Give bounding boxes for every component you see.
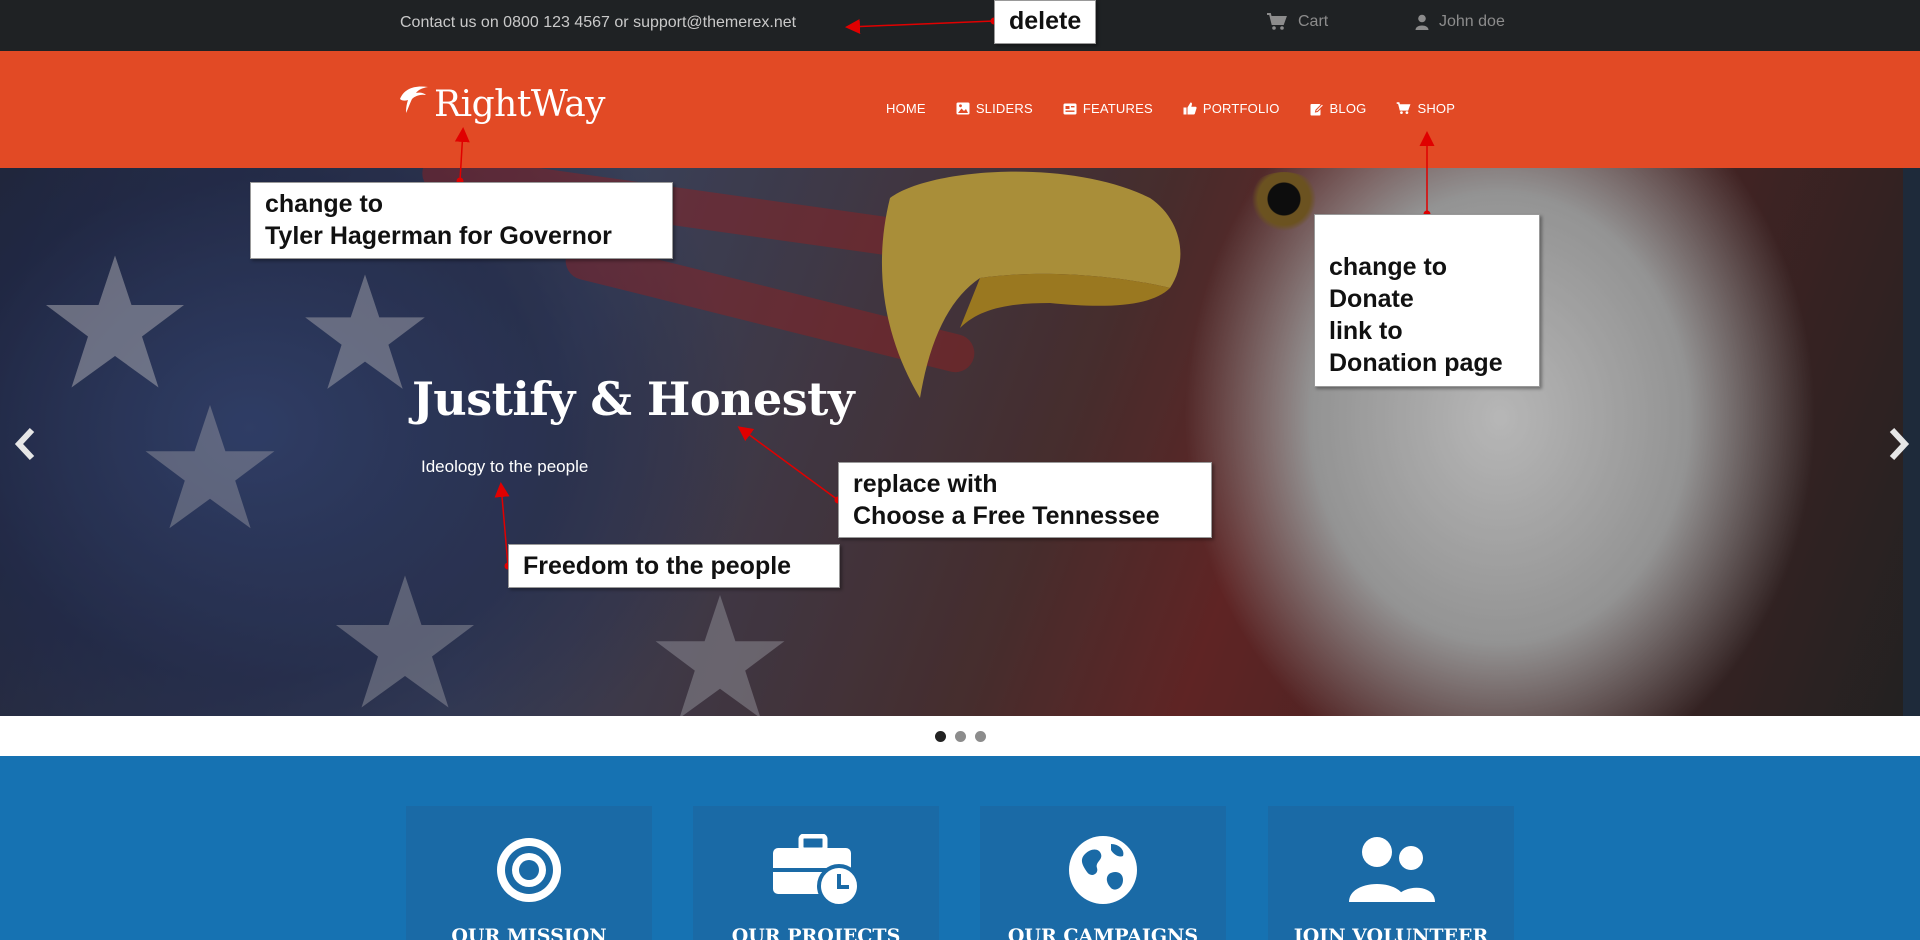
feature-label-clip: OUR PROJECTS — [693, 924, 939, 940]
callout-line: Donation page — [1329, 349, 1503, 377]
nav-home[interactable]: HOME — [886, 101, 926, 116]
image-icon — [956, 102, 970, 115]
feature-card-mission[interactable]: OUR MISSION — [406, 806, 652, 940]
callout-line: delete — [1009, 7, 1082, 35]
top-bar: Contact us on 0800 123 4567 or support@t… — [0, 0, 1920, 51]
feature-label: OUR PROJECTS — [731, 925, 901, 940]
slider-dot[interactable] — [974, 730, 986, 742]
site-header: RightWay HOME SLIDERS FEATURES PORTFOLIO… — [0, 51, 1920, 168]
chevron-left-icon[interactable] — [10, 424, 40, 464]
nav-home-label: HOME — [886, 101, 926, 116]
cart-icon — [1397, 102, 1411, 114]
chevron-right-icon[interactable] — [1884, 424, 1914, 464]
feature-card-projects[interactable]: OUR PROJECTS — [693, 806, 939, 940]
feature-card-volunteer[interactable]: JOIN VOLUNTEER — [1268, 806, 1514, 940]
nav-sliders[interactable]: SLIDERS — [956, 101, 1033, 116]
edit-icon — [1310, 102, 1324, 115]
callout-line: Freedom to the people — [523, 552, 792, 580]
users-icon — [1349, 837, 1435, 902]
callout-line: Choose a Free Tennessee — [853, 502, 1160, 530]
feature-label: OUR MISSION — [451, 925, 607, 940]
user-menu[interactable]: John doe — [1415, 13, 1505, 31]
callout-delete: delete — [994, 0, 1097, 44]
nav-sliders-label: SLIDERS — [975, 101, 1033, 116]
callout-line: change to — [265, 190, 384, 218]
target-icon — [497, 838, 561, 902]
nav-blog[interactable]: BLOG — [1310, 101, 1367, 116]
nav-features-label: FEATURES — [1082, 101, 1153, 116]
globe-icon — [1069, 836, 1137, 904]
callout-logo: change to Tyler Hagerman for Governor — [250, 182, 673, 259]
feature-card-campaigns[interactable]: OUR CAMPAIGNS — [980, 806, 1226, 940]
callout-title: replace with Choose a Free Tennessee — [838, 462, 1212, 538]
briefcase-clock-icon — [773, 834, 861, 906]
user-icon — [1415, 14, 1429, 30]
site-logo[interactable]: RightWay — [398, 81, 606, 125]
contact-info: Contact us on 0800 123 4567 or support@t… — [400, 14, 797, 31]
hero-title: Justify & Honesty — [412, 372, 855, 426]
cart-icon — [1267, 13, 1287, 30]
slider-pagination — [0, 716, 1920, 756]
features-section: OUR MISSION OUR PROJECTS OUR CAMPAIGNS J… — [0, 756, 1920, 940]
slider-dot[interactable] — [954, 730, 966, 742]
hero-subtitle: Ideology to the people — [421, 457, 589, 476]
logo-text: RightWay — [434, 84, 606, 125]
card-icon — [1063, 103, 1077, 114]
callout-shop: change to Donate link to Donation page — [1314, 214, 1540, 387]
main-nav: HOME SLIDERS FEATURES PORTFOLIO BLOG SHO… — [886, 101, 1455, 116]
nav-portfolio[interactable]: PORTFOLIO — [1183, 101, 1280, 116]
callout-line: Donate — [1329, 285, 1414, 313]
thumbs-up-icon — [1183, 102, 1197, 115]
feature-label-clip: JOIN VOLUNTEER — [1268, 924, 1514, 940]
user-name: John doe — [1439, 13, 1505, 30]
feature-label-clip: OUR CAMPAIGNS — [980, 924, 1226, 940]
nav-blog-label: BLOG — [1329, 101, 1367, 116]
feature-label: JOIN VOLUNTEER — [1293, 925, 1489, 940]
callout-subtitle: Freedom to the people — [508, 544, 840, 588]
cart-label: Cart — [1298, 13, 1329, 30]
callout-line: Tyler Hagerman for Governor — [265, 222, 612, 250]
callout-line: change to — [1329, 253, 1448, 281]
callout-line: link to — [1329, 317, 1403, 345]
cart-link[interactable]: Cart — [1266, 13, 1328, 31]
feature-label: OUR CAMPAIGNS — [1007, 925, 1199, 940]
nav-shop[interactable]: SHOP — [1396, 101, 1455, 116]
feature-label-clip: OUR MISSION — [406, 924, 652, 940]
nav-features[interactable]: FEATURES — [1063, 101, 1153, 116]
nav-portfolio-label: PORTFOLIO — [1202, 101, 1280, 116]
eagle-icon — [400, 86, 428, 113]
nav-shop-label: SHOP — [1417, 101, 1456, 116]
slider-dot[interactable] — [934, 730, 946, 742]
callout-line: replace with — [853, 470, 998, 498]
